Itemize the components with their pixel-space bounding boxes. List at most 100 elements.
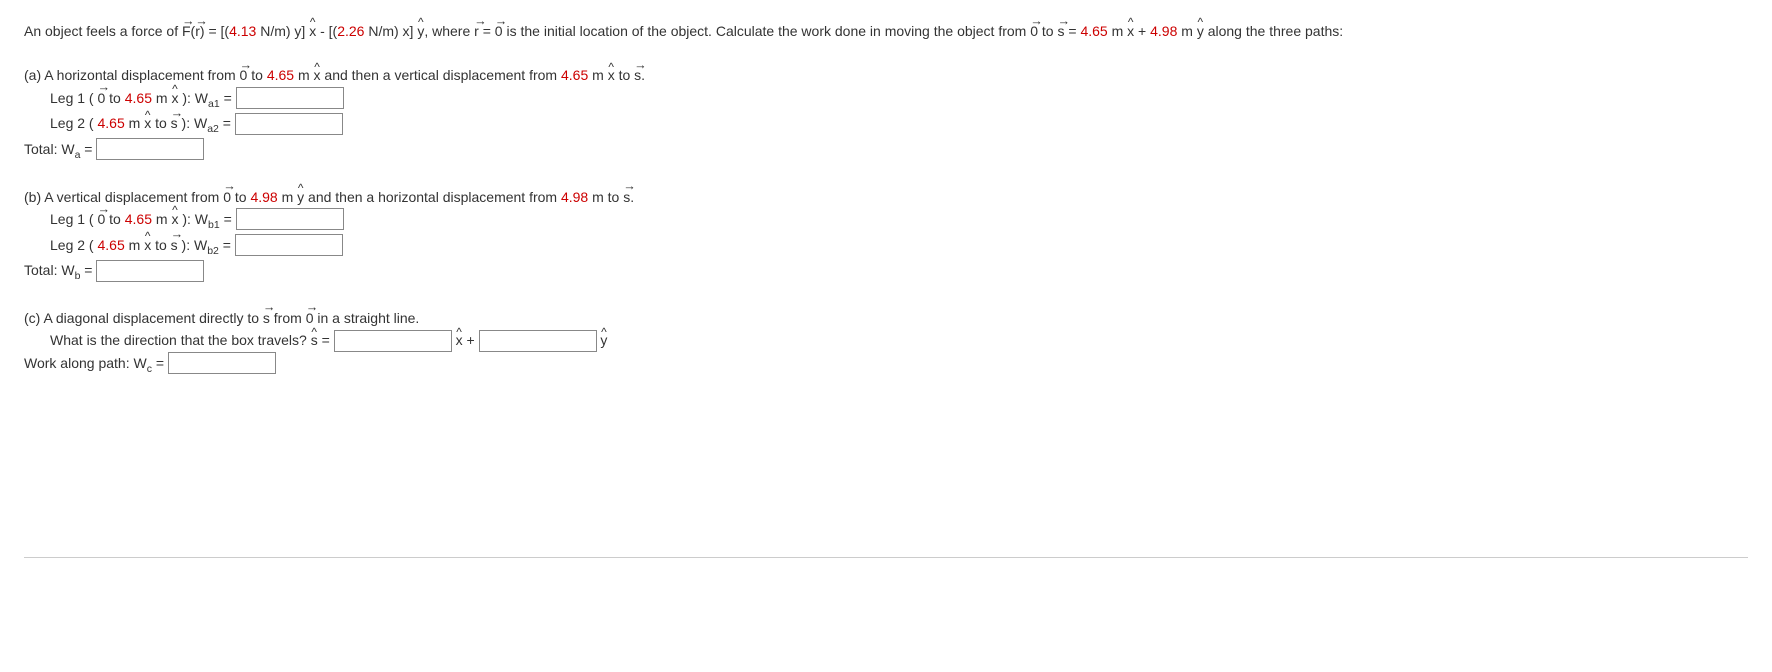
- value: 4.65: [267, 67, 294, 83]
- text: m: [294, 67, 313, 83]
- part-c: (c) A diagonal displacement directly to …: [24, 307, 1744, 377]
- part-a-leg2: Leg 2 ( 4.65 m x to s ): Wa2 =: [24, 112, 1744, 138]
- text: N/m) y]: [256, 23, 309, 39]
- part-c-work: Work along path: Wc =: [24, 352, 1744, 378]
- text: What is the direction that the box trave…: [50, 332, 311, 348]
- y-hat: y: [1197, 20, 1204, 42]
- problem-container: An object feels a force of F(r) = [(4.13…: [24, 20, 1744, 377]
- input-wc[interactable]: [168, 352, 276, 374]
- text: to: [151, 237, 170, 253]
- value: 2.26: [337, 23, 364, 39]
- text: Work along path: W: [24, 355, 147, 371]
- text: =: [80, 141, 96, 157]
- vector-zero: 0: [97, 87, 105, 109]
- part-b-leg2: Leg 2 ( 4.65 m x to s ): Wb2 =: [24, 234, 1744, 260]
- vector-zero: 0: [240, 64, 248, 86]
- text: - [(: [316, 23, 337, 39]
- text: Leg 2 (: [50, 237, 97, 253]
- divider: [24, 557, 1748, 558]
- text: to: [615, 67, 634, 83]
- text: N/m) x]: [364, 23, 417, 39]
- part-a: (a) A horizontal displacement from 0 to …: [24, 64, 1744, 163]
- s-hat: s: [311, 329, 318, 351]
- text: m: [152, 211, 171, 227]
- text: (c) A diagonal displacement directly to: [24, 310, 263, 326]
- part-a-total: Total: Wa =: [24, 138, 1744, 164]
- vector-s: s: [263, 307, 270, 329]
- y-hat: y: [600, 329, 607, 351]
- value: 4.13: [229, 23, 256, 39]
- text: m: [1108, 23, 1127, 39]
- value: 4.65: [97, 237, 124, 253]
- input-wb1[interactable]: [236, 208, 344, 230]
- input-wa-total[interactable]: [96, 138, 204, 160]
- text: +: [463, 332, 479, 348]
- value: 4.65: [125, 90, 152, 106]
- text: Leg 1 (: [50, 90, 97, 106]
- text: m: [588, 67, 607, 83]
- input-sx[interactable]: [334, 330, 452, 352]
- part-a-description: (a) A horizontal displacement from 0 to …: [24, 64, 1744, 86]
- text: in a straight line.: [313, 310, 419, 326]
- text: =: [318, 332, 334, 348]
- text: Total: W: [24, 141, 75, 157]
- vector-zero: 0: [223, 186, 231, 208]
- x-hat: x: [309, 20, 316, 42]
- vector-s: s: [623, 186, 630, 208]
- input-wa2[interactable]: [235, 113, 343, 135]
- x-hat: x: [1127, 20, 1134, 42]
- subscript: a1: [208, 98, 220, 110]
- input-wb2[interactable]: [235, 234, 343, 256]
- part-b-description: (b) A vertical displacement from 0 to 4.…: [24, 186, 1744, 208]
- vector-r-arg: r: [195, 20, 200, 42]
- input-wa1[interactable]: [236, 87, 344, 109]
- text: ): W: [178, 211, 208, 227]
- text: Leg 1 (: [50, 211, 97, 227]
- vector-F: F: [182, 20, 191, 42]
- vector-zero: 0: [97, 208, 105, 230]
- text: =: [220, 211, 236, 227]
- y-hat: y: [417, 20, 424, 42]
- text: =: [219, 115, 235, 131]
- x-hat: x: [608, 64, 615, 86]
- vector-s: s: [634, 64, 641, 86]
- part-b: (b) A vertical displacement from 0 to 4.…: [24, 186, 1744, 285]
- part-c-description: (c) A diagonal displacement directly to …: [24, 307, 1744, 329]
- subscript: a2: [207, 123, 219, 135]
- vector-r: r: [474, 20, 479, 42]
- x-hat: x: [144, 112, 151, 134]
- vector-zero: 0: [1030, 20, 1038, 42]
- value: 4.65: [125, 211, 152, 227]
- text: (a) A horizontal displacement from: [24, 67, 240, 83]
- text: m: [152, 90, 171, 106]
- problem-intro: An object feels a force of F(r) = [(4.13…: [24, 20, 1744, 42]
- vector-s: s: [171, 112, 178, 134]
- text: m to: [588, 189, 623, 205]
- x-hat: x: [144, 234, 151, 256]
- text: to: [151, 115, 170, 131]
- part-b-leg1: Leg 1 ( 0 to 4.65 m x ): Wb1 =: [24, 208, 1744, 234]
- value: 4.65: [97, 115, 124, 131]
- text: and then a vertical displacement from: [321, 67, 561, 83]
- text: =: [152, 355, 168, 371]
- vector-zero: 0: [495, 20, 503, 42]
- input-sy[interactable]: [479, 330, 597, 352]
- text: along the three paths:: [1204, 23, 1343, 39]
- value: 4.98: [1150, 23, 1177, 39]
- x-hat: x: [456, 329, 463, 351]
- value: 4.65: [1080, 23, 1107, 39]
- text: m: [1177, 23, 1196, 39]
- input-wb-total[interactable]: [96, 260, 204, 282]
- part-b-total: Total: Wb =: [24, 259, 1744, 285]
- value: 4.98: [561, 189, 588, 205]
- subscript: b2: [207, 244, 219, 256]
- value: 4.98: [250, 189, 277, 205]
- text: is the initial location of the object. C…: [503, 23, 1031, 39]
- text: Leg 2 (: [50, 115, 97, 131]
- part-a-leg1: Leg 1 ( 0 to 4.65 m x ): Wa1 =: [24, 87, 1744, 113]
- text: m: [278, 189, 297, 205]
- text: An object feels a force of: [24, 23, 182, 39]
- text: (b) A vertical displacement from: [24, 189, 223, 205]
- vector-s: s: [1057, 20, 1064, 42]
- subscript: b1: [208, 219, 220, 231]
